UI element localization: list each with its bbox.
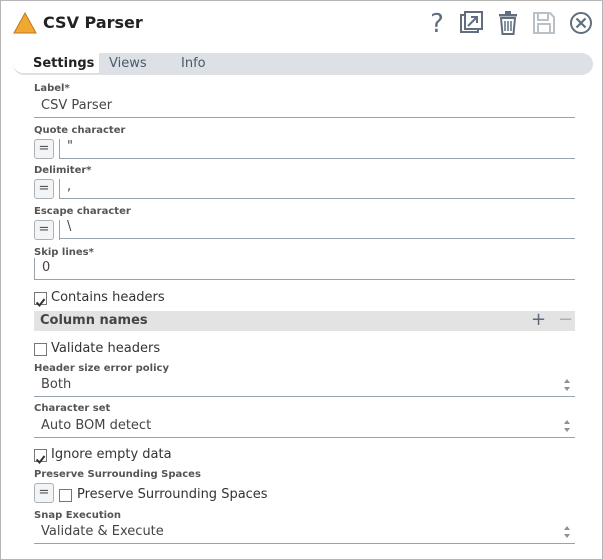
preserve-spaces-label: Preserve Surrounding Spaces	[34, 469, 201, 480]
save-icon[interactable]	[530, 9, 558, 37]
character-set-label: Character set	[34, 403, 111, 414]
checkmark-icon	[35, 298, 46, 308]
preserve-spaces-checkbox[interactable]	[59, 489, 72, 502]
escape-expression-button[interactable]: =	[34, 220, 54, 240]
tab-info[interactable]: Info	[181, 56, 206, 71]
quote-character-label: Quote character	[34, 125, 126, 136]
escape-character-label: Escape character	[34, 206, 131, 217]
skip-lines-input[interactable]: 0	[34, 258, 575, 280]
delimiter-input[interactable]: ,	[59, 177, 575, 199]
warning-triangle-icon	[13, 11, 37, 34]
remove-column-icon[interactable]: −	[558, 309, 573, 330]
select-arrows-icon	[564, 379, 570, 391]
delimiter-expression-button[interactable]: =	[34, 179, 54, 199]
label-field-label: Label*	[34, 83, 70, 94]
preserve-spaces-checkbox-label: Preserve Surrounding Spaces	[77, 487, 268, 502]
snap-execution-select[interactable]: Validate & Execute	[34, 522, 575, 544]
add-column-icon[interactable]: +	[531, 309, 546, 330]
label-input[interactable]: CSV Parser	[34, 96, 575, 118]
quote-expression-button[interactable]: =	[34, 139, 54, 159]
contains-headers-checkbox[interactable]	[34, 292, 47, 308]
preserve-spaces-expression-button[interactable]: =	[34, 483, 54, 503]
tab-views[interactable]: Views	[109, 56, 147, 71]
csv-parser-dialog: CSV Parser ? Settings Views Info Label* …	[0, 0, 603, 560]
quote-character-input[interactable]: "	[59, 137, 575, 159]
svg-text:?: ?	[430, 9, 444, 37]
header-size-policy-value: Both	[41, 377, 72, 392]
help-icon[interactable]: ?	[423, 9, 451, 37]
tab-settings[interactable]: Settings	[33, 56, 94, 71]
skip-lines-label: Skip lines*	[34, 247, 94, 258]
delete-icon[interactable]	[494, 9, 522, 37]
validate-headers-checkbox[interactable]	[34, 343, 47, 356]
delimiter-label: Delimiter*	[34, 165, 92, 176]
header-size-policy-select[interactable]: Both	[34, 375, 575, 397]
tab-bar: Settings Views Info	[13, 53, 593, 75]
close-icon[interactable]	[567, 9, 595, 37]
ignore-empty-data-checkbox[interactable]	[34, 449, 47, 465]
character-set-select[interactable]: Auto BOM detect	[34, 416, 575, 438]
select-arrows-icon	[564, 526, 570, 538]
dialog-title: CSV Parser	[43, 13, 143, 32]
select-arrows-icon	[564, 420, 570, 432]
escape-character-input[interactable]: \	[59, 217, 575, 239]
snap-execution-value: Validate & Execute	[41, 524, 164, 539]
character-set-value: Auto BOM detect	[41, 418, 152, 433]
export-icon[interactable]	[457, 9, 485, 37]
column-names-title: Column names	[40, 313, 148, 328]
checkmark-icon	[35, 455, 46, 465]
validate-headers-label: Validate headers	[51, 341, 161, 356]
ignore-empty-data-label: Ignore empty data	[51, 447, 172, 462]
column-names-section: Column names + −	[34, 309, 575, 331]
header-size-policy-label: Header size error policy	[34, 363, 169, 374]
contains-headers-label: Contains headers	[51, 290, 165, 305]
snap-execution-label: Snap Execution	[34, 510, 122, 521]
